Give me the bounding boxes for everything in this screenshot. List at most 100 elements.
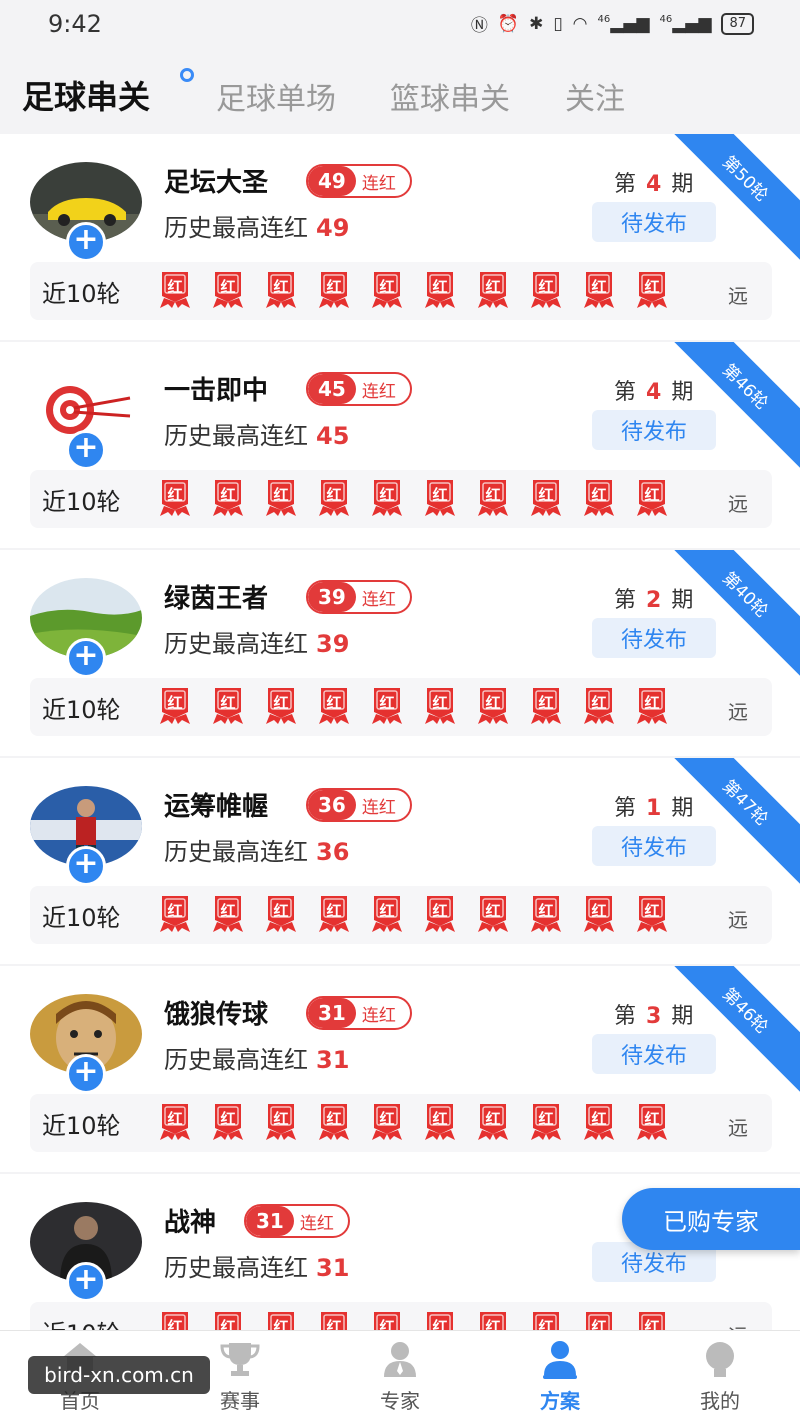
history-best-streak: 历史最高连红 36 [164, 832, 349, 867]
expert-icon [379, 1339, 421, 1379]
expert-list: + 足坛大圣 49 连红 历史最高连红 49 第 4 期待发布 第50轮 近10轮红红红红红红红红红… [0, 134, 800, 1330]
red-hit-text: 红 [273, 278, 289, 296]
follow-plus-icon[interactable]: + [66, 1262, 106, 1302]
red-hit-text: 红 [167, 902, 183, 920]
red-hit-text: 红 [379, 1110, 395, 1128]
red-hit-text: 红 [326, 694, 342, 712]
red-hit-text: 红 [167, 694, 183, 712]
red-hit-badge-icon: 红 [474, 478, 512, 518]
expert-card[interactable]: + 足坛大圣 49 连红 历史最高连红 49 第 4 期待发布 第50轮 近10轮红红红红红红红红红… [0, 134, 800, 340]
profile-icon [699, 1339, 741, 1379]
red-hit-badge-icon: 红 [421, 894, 459, 934]
follow-plus-icon[interactable]: + [66, 430, 106, 470]
tab-football-single[interactable]: 足球单场 [216, 74, 336, 118]
red-hit-text: 红 [485, 486, 501, 504]
red-hit-badge-icon: 红 [156, 1310, 194, 1330]
nav-plans-label: 方案 [540, 1389, 580, 1413]
red-hit-text: 红 [591, 1110, 607, 1128]
red-hit-text: 红 [432, 486, 448, 504]
nfc-icon: Ⓝ [470, 16, 488, 36]
bought-experts-button[interactable]: 已购专家 [622, 1188, 800, 1250]
recent-rounds-row: 近10轮 红 红 红 红 红 红 红 红 红 红 远 [30, 262, 772, 320]
recent-rounds-label: 近10轮 [42, 904, 121, 932]
recent-results: 红红红红红红红红红红 [156, 894, 671, 934]
history-best-streak: 历史最高连红 39 [164, 624, 349, 659]
red-hit-badge-icon: 红 [527, 1310, 565, 1330]
issue-prefix: 第 [614, 1004, 637, 1029]
red-hit-badge-icon: 红 [262, 894, 300, 934]
streak-count: 31 [308, 998, 356, 1028]
red-hit-text: 红 [379, 1318, 395, 1330]
red-hit-badge-icon: 红 [209, 894, 247, 934]
vibrate-icon: ▯ [553, 13, 563, 34]
tab-basketball-parlay[interactable]: 篮球串关 [390, 74, 510, 118]
red-hit-badge-icon: 红 [368, 478, 406, 518]
red-hit-text: 红 [644, 694, 660, 712]
recent-rounds-row: 近10轮 红 红 红 红 红 红 红 红 红 红 远 [30, 470, 772, 528]
streak-badge: 39 连红 [306, 580, 412, 614]
follow-plus-icon[interactable]: + [66, 846, 106, 886]
expert-name: 运筹帷幄 [164, 792, 269, 822]
far-label: 远 [728, 1320, 748, 1330]
follow-plus-icon[interactable]: + [66, 638, 106, 678]
history-value: 31 [316, 1254, 350, 1282]
red-hit-text: 红 [326, 486, 342, 504]
issue-prefix: 第 [614, 172, 637, 197]
issue-suffix: 期 [671, 588, 694, 613]
expert-card[interactable]: + 一击即中 45 连红 历史最高连红 45 第 4 期待发布 第46轮 近10轮红红红红红红红红红… [0, 342, 800, 548]
red-hit-text: 红 [273, 694, 289, 712]
red-hit-badge-icon: 红 [262, 1310, 300, 1330]
issue-number: 第4期 [614, 166, 693, 198]
far-label: 远 [728, 700, 748, 724]
issue-prefix: 第 [614, 380, 637, 405]
pending-publish-button[interactable]: 待发布 [592, 618, 716, 658]
expert-name: 一击即中 [164, 376, 269, 406]
streak-badge: 36 连红 [306, 788, 412, 822]
tab-following[interactable]: 关注 [565, 74, 625, 118]
pending-publish-button[interactable]: 待发布 [592, 826, 716, 866]
expert-card[interactable]: + 饿狼传球 31 连红 历史最高连红 31 第 3 期待发布 第46轮 近10轮红红红红红红红红红… [0, 966, 800, 1172]
red-hit-text: 红 [326, 902, 342, 920]
red-hit-text: 红 [591, 694, 607, 712]
recent-rounds-label: 近10轮 [42, 696, 121, 724]
red-hit-badge-icon: 红 [209, 1310, 247, 1330]
recent-rounds-label: 近10轮 [42, 1314, 121, 1330]
far-label: 远 [728, 908, 748, 932]
nav-profile[interactable]: 我的 [660, 1339, 780, 1414]
history-value: 49 [316, 214, 350, 242]
red-hit-text: 红 [379, 278, 395, 296]
history-value: 39 [316, 630, 350, 658]
red-hit-text: 红 [538, 1110, 554, 1128]
nav-profile-label: 我的 [700, 1389, 740, 1413]
recent-rounds-row: 近10轮 红 红 红 红 红 红 红 红 红 红 远 [30, 1094, 772, 1152]
follow-plus-icon[interactable]: + [66, 222, 106, 262]
expert-card[interactable]: + 绿茵王者 39 连红 历史最高连红 39 第 2 期待发布 第40轮 近10轮红红红红红红红红红… [0, 550, 800, 756]
red-hit-badge-icon: 红 [156, 894, 194, 934]
nav-experts[interactable]: 专家 [340, 1339, 460, 1414]
bluetooth-icon: ✱ [529, 13, 544, 34]
red-hit-text: 红 [326, 1318, 342, 1330]
expert-name: 饿狼传球 [164, 1000, 269, 1030]
red-hit-text: 红 [538, 694, 554, 712]
pending-publish-button[interactable]: 待发布 [592, 410, 716, 450]
red-hit-text: 红 [644, 1318, 660, 1330]
wifi-icon: ◠ [572, 13, 588, 34]
red-hit-badge-icon: 红 [209, 686, 247, 726]
tab-football-parlay[interactable]: 足球串关 [22, 72, 150, 118]
streak-suffix: 连红 [299, 1213, 334, 1234]
follow-plus-icon[interactable]: + [66, 1054, 106, 1094]
history-best-streak: 历史最高连红 31 [164, 1248, 349, 1283]
pending-publish-button[interactable]: 待发布 [592, 202, 716, 242]
expert-card[interactable]: + 运筹帷幄 36 连红 历史最高连红 36 第 1 期待发布 第47轮 近10轮红红红红红红红红红… [0, 758, 800, 964]
red-hit-badge-icon: 红 [368, 270, 406, 310]
nav-plans[interactable]: 方案 [500, 1339, 620, 1414]
history-label: 历史最高连红 [164, 422, 308, 450]
streak-count: 45 [308, 374, 356, 404]
red-hit-text: 红 [432, 902, 448, 920]
red-hit-text: 红 [485, 902, 501, 920]
red-hit-text: 红 [591, 486, 607, 504]
watermark: bird-xn.com.cn [28, 1356, 210, 1394]
issue-number: 第3期 [614, 998, 693, 1030]
streak-suffix: 连红 [361, 173, 396, 194]
pending-publish-button[interactable]: 待发布 [592, 1034, 716, 1074]
